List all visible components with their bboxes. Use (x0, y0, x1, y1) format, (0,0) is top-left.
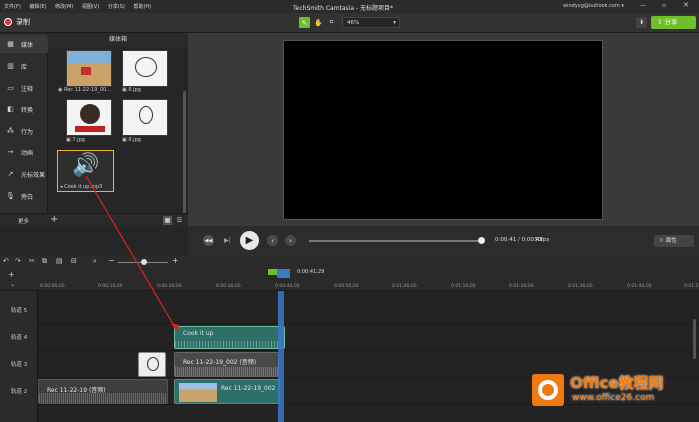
drag-arrow (85, 175, 179, 331)
office-logo (532, 374, 564, 406)
watermark: Office教程网 www.office26.com (528, 366, 699, 422)
watermark-url: www.office26.com (572, 393, 655, 403)
watermark-title: Office教程网 (570, 374, 664, 392)
